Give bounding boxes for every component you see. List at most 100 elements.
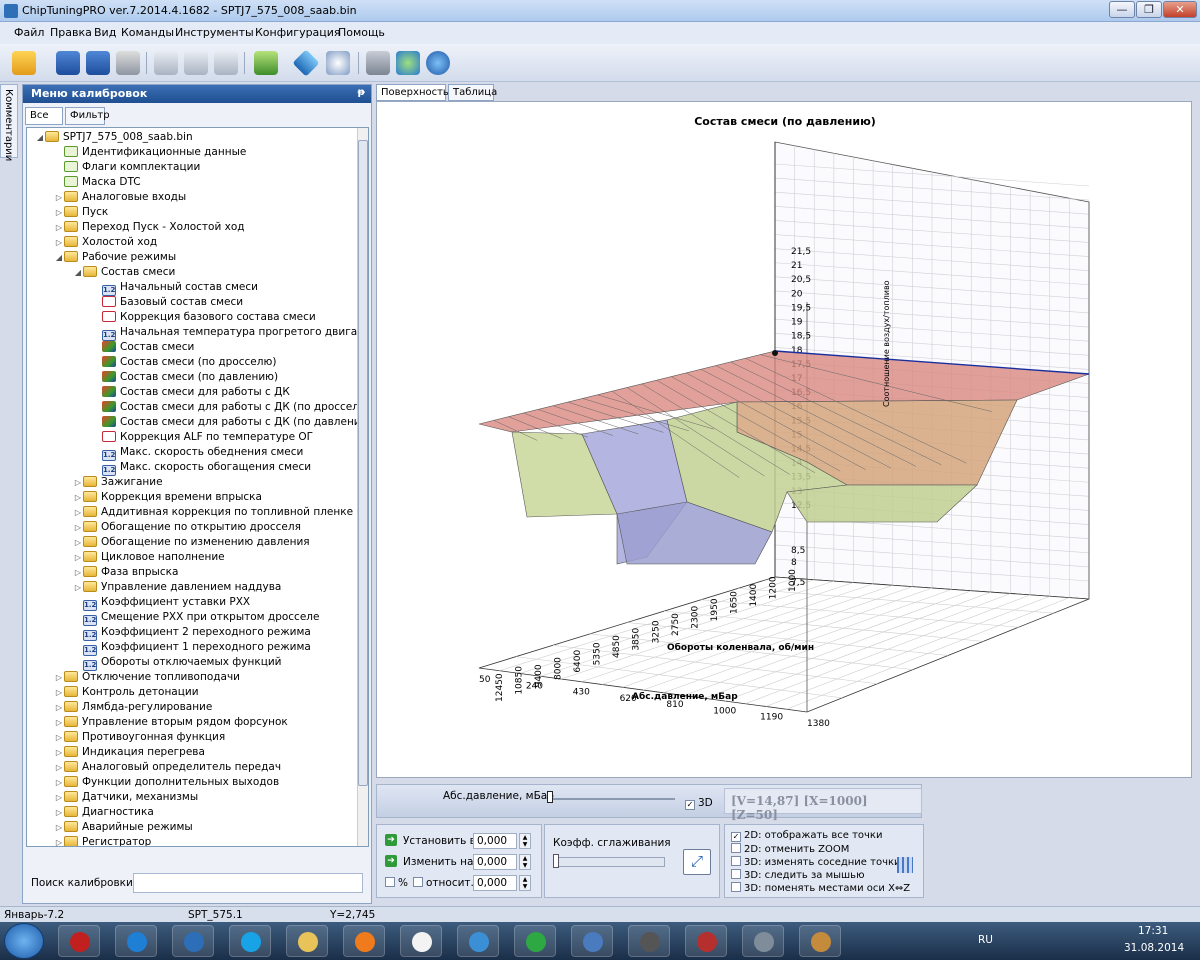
ie-icon[interactable] [115, 925, 157, 957]
save-as-icon[interactable] [86, 51, 110, 75]
apply-smooth-button[interactable]: ⤢ [683, 849, 711, 875]
tree-scroll-thumb[interactable] [358, 140, 368, 786]
tree-item[interactable]: 1.2 Макс. скорость обеднения смеси [92, 445, 303, 461]
search-input[interactable] [133, 873, 363, 893]
tree-item[interactable]: ▷ Фаза впрыска [73, 565, 178, 580]
tree-item[interactable]: ▷ Лямбда-регулирование [54, 700, 212, 715]
tab-filter[interactable]: Фильтр [65, 107, 110, 125]
surface-plot[interactable]: Состав смеси (по давлению)7,588,512,5131… [376, 101, 1192, 778]
pin-icon[interactable]: ᵽ [358, 87, 365, 98]
expander-icon[interactable]: ▷ [54, 715, 64, 730]
calendar-icon[interactable] [400, 925, 442, 957]
menu-view[interactable]: Вид [94, 26, 116, 39]
relative-value-input[interactable]: 0,000 [473, 875, 517, 891]
tree-item[interactable]: Маска DTC [54, 175, 141, 190]
expander-icon[interactable]: ▷ [54, 685, 64, 700]
tree-item[interactable]: 1.2 Начальная температура прогретого двиг… [92, 325, 368, 341]
diamond-icon[interactable] [292, 49, 320, 77]
tree-item[interactable]: ▷ Зажигание [73, 475, 163, 490]
tree-item[interactable]: ▷ Аддитивная коррекция по топливной пленк… [73, 505, 353, 520]
explorer-icon[interactable] [286, 925, 328, 957]
tree-item[interactable]: ▷ Обогащение по изменению давления [73, 535, 310, 550]
expander-icon[interactable]: ▷ [54, 820, 64, 835]
tree-item[interactable]: ▷ Аналоговые входы [54, 190, 186, 205]
expander-icon[interactable]: ▷ [73, 535, 83, 550]
option-3[interactable]: 3D: следить за мышью [731, 869, 865, 881]
tree-item[interactable]: 1.2 Смещение РХХ при открытом дросселе [73, 610, 319, 626]
network-icon[interactable] [396, 51, 420, 75]
smooth-slider-thumb[interactable] [553, 854, 559, 868]
change-arrow-icon[interactable]: ➔ [385, 855, 397, 867]
percent-checkbox[interactable]: % [385, 877, 408, 889]
close-button[interactable]: ✕ [1163, 1, 1197, 18]
change-value-input[interactable]: 0,000 [473, 854, 517, 870]
expander-icon[interactable]: ▷ [54, 805, 64, 820]
opera-icon[interactable] [58, 925, 100, 957]
expander-icon[interactable]: ▷ [54, 745, 64, 760]
media-icon[interactable] [343, 925, 385, 957]
set-spinner[interactable]: ▲ ▼ [519, 833, 531, 849]
tree-item[interactable]: ▷ Управление давлением наддува [73, 580, 281, 595]
expander-icon[interactable]: ▷ [54, 700, 64, 715]
expander-icon[interactable]: ▷ [73, 580, 83, 595]
tree-item[interactable]: Состав смеси для работы с ДК (по давлени… [92, 415, 368, 430]
expander-icon[interactable]: ▷ [73, 490, 83, 505]
archiver-icon[interactable] [685, 925, 727, 957]
option-0[interactable]: ✓ 2D: отображать все точки [731, 830, 882, 842]
expander-icon[interactable]: ▷ [73, 475, 83, 490]
expander-icon[interactable]: ▷ [54, 775, 64, 790]
tree-item[interactable]: Базовый состав смеси [92, 295, 243, 310]
menu-commands[interactable]: Команды [121, 26, 174, 39]
relative-spinner[interactable]: ▲ ▼ [519, 875, 531, 891]
expander-icon[interactable]: ▷ [54, 730, 64, 745]
tab-all[interactable]: Все [25, 107, 63, 125]
tree-item[interactable]: ▷ Аналоговый определитель передач [54, 760, 281, 775]
paste-icon[interactable] [184, 51, 208, 75]
expander-icon[interactable]: ▷ [54, 760, 64, 775]
tree-item[interactable]: ▷ Противоугонная функция [54, 730, 225, 745]
menu-file[interactable]: Файл [14, 26, 44, 39]
option-1[interactable]: 2D: отменить ZOOM [731, 843, 849, 855]
save-icon[interactable] [56, 51, 80, 75]
expander-icon[interactable]: ▷ [54, 670, 64, 685]
expander-icon[interactable]: ◢ [35, 130, 45, 145]
tree-item[interactable]: Состав смеси (по дросселю) [92, 355, 276, 370]
tree-item[interactable]: Флаги комплектации [54, 160, 200, 175]
expander-icon[interactable]: ▷ [54, 790, 64, 805]
tree-item[interactable]: 1.2 Коэффициент уставки РХХ [73, 595, 250, 611]
expander-icon[interactable]: ▷ [54, 235, 64, 250]
tree-item[interactable]: ▷ Отключение топливоподачи [54, 670, 240, 685]
cb-3d[interactable]: ✓ 3D [685, 797, 713, 810]
relative-checkbox[interactable]: относит. [413, 877, 474, 889]
option-2[interactable]: 3D: изменять соседние точки [731, 856, 901, 868]
tree-item[interactable]: ▷ Пуск [54, 205, 108, 220]
set-value-input[interactable]: 0,000 [473, 833, 517, 849]
axis-slider[interactable] [547, 798, 675, 800]
expander-icon[interactable]: ▷ [73, 565, 83, 580]
tree-item[interactable]: 1.2 Коэффициент 1 переходного режима [73, 640, 311, 656]
lang-indicator[interactable]: RU [978, 934, 993, 946]
tree-item[interactable]: ▷ Холостой ход [54, 235, 157, 250]
expander-icon[interactable]: ▷ [54, 190, 64, 205]
tree-item[interactable]: ▷ Цикловое наполнение [73, 550, 225, 565]
expander-icon[interactable]: ◢ [54, 250, 64, 265]
monitor-icon[interactable] [457, 925, 499, 957]
flash-icon[interactable] [742, 925, 784, 957]
expander-icon[interactable]: ◢ [73, 265, 83, 280]
tree-item[interactable]: Состав смеси [92, 340, 194, 355]
tree-item[interactable]: ▷ Диагностика [54, 805, 154, 820]
tree-item[interactable]: ▷ Контроль детонации [54, 685, 199, 700]
print-icon[interactable] [116, 51, 140, 75]
tree-item[interactable]: ◢ Состав смеси [73, 265, 175, 280]
help-icon[interactable] [426, 51, 450, 75]
grid-icon[interactable] [897, 857, 913, 873]
tree-item[interactable]: ▷ Индикация перегрева [54, 745, 205, 760]
smooth-slider[interactable] [553, 857, 665, 867]
menu-edit[interactable]: Правка [50, 26, 92, 39]
tree-item[interactable]: Состав смеси (по давлению) [92, 370, 279, 385]
tab-table[interactable]: Таблица [448, 84, 497, 101]
tree-item[interactable]: ▷ Датчики, механизмы [54, 790, 198, 805]
minimize-button[interactable]: — [1109, 1, 1135, 18]
tree-item[interactable]: Состав смеси для работы с ДК (по дроссел… [92, 400, 368, 415]
expander-icon[interactable]: ▷ [73, 520, 83, 535]
